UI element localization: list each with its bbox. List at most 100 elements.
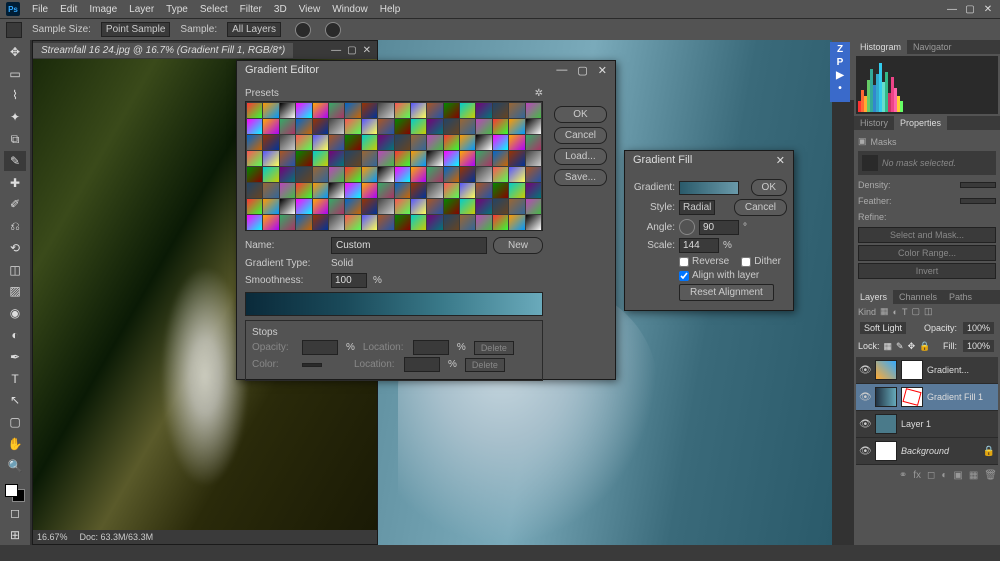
preset-swatch[interactable] [296, 103, 311, 118]
preset-swatch[interactable] [313, 119, 328, 134]
preset-swatch[interactable] [460, 167, 475, 182]
density-value[interactable] [960, 182, 996, 188]
preset-swatch[interactable] [378, 167, 393, 182]
delete-stop-button[interactable]: Delete [474, 341, 514, 355]
preset-swatch[interactable] [411, 103, 426, 118]
preset-swatch[interactable] [395, 199, 410, 214]
visibility-icon[interactable]: 👁 [859, 365, 871, 376]
visibility-icon[interactable]: 👁 [859, 419, 871, 430]
preset-swatch[interactable] [427, 183, 442, 198]
stop-opacity-input[interactable] [302, 340, 338, 355]
preset-swatch[interactable] [329, 167, 344, 182]
preset-swatch[interactable] [313, 215, 328, 230]
lock-all-icon[interactable]: 🔒 [919, 341, 930, 352]
preset-swatch[interactable] [296, 119, 311, 134]
preset-swatch[interactable] [476, 183, 491, 198]
preset-swatch[interactable] [427, 151, 442, 166]
visibility-icon[interactable]: 👁 [859, 446, 871, 457]
filter-type-icon[interactable]: T [902, 307, 908, 317]
preset-swatch[interactable] [460, 119, 475, 134]
preset-swatch[interactable] [345, 215, 360, 230]
history-brush-icon[interactable]: ⟲ [4, 238, 26, 258]
shape-tool-icon[interactable]: ▢ [4, 412, 26, 432]
preset-swatch[interactable] [247, 199, 262, 214]
zoom-readout[interactable]: 16.67% [37, 532, 68, 542]
preset-swatch[interactable] [280, 119, 295, 134]
path-tool-icon[interactable]: ↖ [4, 391, 26, 411]
dither-checkbox[interactable] [741, 257, 751, 267]
min-icon[interactable]: — [946, 4, 958, 15]
preset-swatch[interactable] [329, 215, 344, 230]
preset-swatch[interactable] [263, 103, 278, 118]
smoothness-input[interactable] [331, 273, 367, 288]
preset-swatch[interactable] [362, 151, 377, 166]
preset-swatch[interactable] [411, 167, 426, 182]
preset-swatch[interactable] [411, 119, 426, 134]
preset-swatch[interactable] [296, 167, 311, 182]
layer-thumb[interactable] [875, 360, 897, 380]
sample-ring-icon[interactable] [295, 22, 311, 38]
tool-preset-icon[interactable] [6, 22, 22, 38]
cancel-button[interactable]: Cancel [554, 127, 607, 144]
crop-tool-icon[interactable]: ⧉ [4, 129, 26, 149]
preset-swatch[interactable] [395, 183, 410, 198]
preset-swatch[interactable] [526, 215, 541, 230]
adjustment-icon[interactable]: ◐ [941, 470, 947, 481]
tab-paths[interactable]: Paths [943, 290, 978, 304]
menu-window[interactable]: Window [332, 4, 368, 15]
preset-swatch[interactable] [329, 151, 344, 166]
preset-swatch[interactable] [280, 199, 295, 214]
layer-name[interactable]: Background [901, 446, 949, 456]
menu-3d[interactable]: 3D [274, 4, 287, 15]
preset-swatch[interactable] [378, 199, 393, 214]
preset-swatch[interactable] [247, 215, 262, 230]
zoom-tool-icon[interactable]: 🔍 [4, 456, 26, 476]
preset-swatch[interactable] [280, 183, 295, 198]
lock-trans-icon[interactable]: ▦ [884, 341, 893, 352]
filter-adj-icon[interactable]: ◐ [893, 307, 898, 317]
layer-thumb[interactable] [875, 387, 897, 407]
move-tool-icon[interactable]: ✥ [4, 42, 26, 62]
feather-value[interactable] [960, 198, 996, 204]
preset-swatch[interactable] [313, 183, 328, 198]
preset-swatch[interactable] [263, 199, 278, 214]
preset-swatch[interactable] [378, 135, 393, 150]
color-range-button[interactable]: Color Range... [858, 245, 996, 261]
preset-swatch[interactable] [329, 103, 344, 118]
preset-swatch[interactable] [280, 151, 295, 166]
preset-swatch[interactable] [460, 151, 475, 166]
preset-swatch[interactable] [476, 215, 491, 230]
lock-pos-icon[interactable]: ✥ [908, 341, 916, 352]
preset-swatch[interactable] [493, 199, 508, 214]
preset-swatch[interactable] [411, 215, 426, 230]
trash-icon[interactable]: 🗑 [984, 470, 997, 481]
preset-swatch[interactable] [411, 135, 426, 150]
preset-swatch[interactable] [509, 135, 524, 150]
eyedropper-tool-icon[interactable]: ✎ [4, 151, 26, 171]
brush-tool-icon[interactable]: ✐ [4, 194, 26, 214]
preset-swatch[interactable] [378, 103, 393, 118]
preset-swatch[interactable] [247, 103, 262, 118]
preset-swatch[interactable] [444, 151, 459, 166]
play-icon[interactable]: ▶ [836, 70, 844, 81]
preset-swatch[interactable] [493, 135, 508, 150]
preset-swatch[interactable] [329, 199, 344, 214]
sample-dropdown[interactable]: All Layers [227, 22, 281, 37]
layer-thumb[interactable] [875, 441, 897, 461]
preset-swatch[interactable] [444, 199, 459, 214]
hand-tool-icon[interactable]: ✋ [4, 434, 26, 454]
preset-swatch[interactable] [444, 103, 459, 118]
preset-swatch[interactable] [313, 199, 328, 214]
preset-swatch[interactable] [526, 183, 541, 198]
gradient-bar[interactable] [245, 292, 543, 316]
preset-swatch[interactable] [460, 183, 475, 198]
sample-size-dropdown[interactable]: Point Sample [101, 22, 170, 37]
preset-swatch[interactable] [345, 151, 360, 166]
preset-swatch[interactable] [493, 167, 508, 182]
angle-input[interactable] [699, 220, 739, 235]
presets-menu-icon[interactable]: ✲ [535, 88, 543, 99]
preset-swatch[interactable] [263, 151, 278, 166]
select-and-mask-button[interactable]: Select and Mask... [858, 227, 996, 243]
menu-layer[interactable]: Layer [129, 4, 154, 15]
preset-swatch[interactable] [526, 199, 541, 214]
